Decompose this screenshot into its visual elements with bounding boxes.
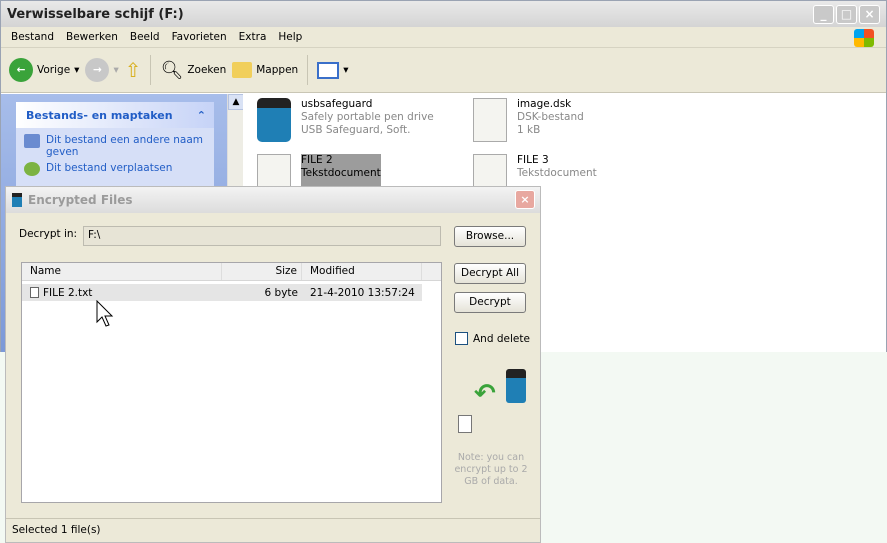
file-desc: 1 kB bbox=[517, 124, 541, 136]
encrypted-file-list[interactable]: Name Size Modified FILE 2.txt 6 byte 21-… bbox=[21, 262, 442, 503]
file-desc: Tekstdocument bbox=[517, 167, 597, 179]
usb-drive-icon bbox=[257, 98, 291, 142]
dialog-close-button[interactable]: × bbox=[515, 190, 535, 209]
menu-bewerken[interactable]: Bewerken bbox=[60, 31, 124, 43]
task-panel-title: Bestands- en maptaken bbox=[26, 108, 173, 122]
file-name: image.dsk bbox=[517, 98, 572, 110]
views-button[interactable]: ▾ bbox=[317, 61, 348, 79]
decrypt-in-label: Decrypt in: bbox=[19, 228, 78, 240]
file-desc: DSK-bestand bbox=[517, 111, 584, 123]
search-label: Zoeken bbox=[187, 64, 227, 76]
search-button[interactable]: 🔍︎ Zoeken bbox=[160, 60, 226, 81]
dsk-file-icon bbox=[473, 98, 507, 142]
close-button[interactable]: × bbox=[859, 5, 880, 24]
window-title: Verwisselbare schijf (F:) bbox=[7, 6, 184, 22]
checkbox-box[interactable] bbox=[455, 332, 468, 345]
dialog-title: Encrypted Files bbox=[28, 193, 133, 207]
up-folder-button[interactable]: ⇧ bbox=[125, 58, 142, 82]
table-row[interactable]: FILE 2.txt 6 byte 21-4-2010 13:57:24 bbox=[22, 284, 422, 301]
file-usbsafeguard[interactable]: usbsafeguard Safely portable pen drive USB… bbox=[257, 98, 434, 142]
file-desc: USB Safeguard, Soft. bbox=[301, 124, 411, 136]
column-size[interactable]: Size bbox=[222, 263, 302, 280]
menu-bestand[interactable]: Bestand bbox=[5, 31, 60, 43]
row-name: FILE 2.txt bbox=[43, 286, 93, 299]
browse-button[interactable]: Browse... bbox=[454, 226, 526, 247]
file-name: usbsafeguard bbox=[301, 98, 373, 110]
file-image-dsk[interactable]: image.dsk DSK-bestand 1 kB bbox=[473, 98, 584, 142]
minimize-button[interactable]: _ bbox=[813, 5, 834, 24]
task-panel-header[interactable]: Bestands- en maptaken ⌃ bbox=[16, 102, 214, 128]
menu-bar: Bestand Bewerken Beeld Favorieten Extra … bbox=[1, 27, 886, 48]
text-file-icon bbox=[30, 287, 39, 298]
usb-lock-icon bbox=[12, 193, 22, 207]
usb-drive-icon bbox=[506, 369, 526, 403]
column-modified[interactable]: Modified bbox=[302, 263, 422, 280]
row-modified: 21-4-2010 13:57:24 bbox=[310, 286, 415, 299]
file-name: FILE 3 bbox=[517, 154, 549, 166]
file-desc: Safely portable pen drive bbox=[301, 111, 434, 123]
document-icon bbox=[458, 415, 472, 433]
list-header: Name Size Modified bbox=[22, 263, 441, 281]
folders-label: Mappen bbox=[256, 64, 299, 76]
decrypt-button[interactable]: Decrypt bbox=[454, 292, 526, 313]
forward-button[interactable]: → ▾ bbox=[85, 58, 119, 82]
forward-arrow-icon: → bbox=[85, 58, 110, 82]
file-desc: Tekstdocument bbox=[301, 167, 381, 179]
status-bar: Selected 1 file(s) bbox=[6, 518, 540, 542]
search-icon: 🔍︎ bbox=[160, 59, 184, 81]
column-name[interactable]: Name bbox=[22, 263, 222, 280]
note-text: Note: you can encrypt up to 2 GB of data… bbox=[454, 452, 528, 487]
and-delete-label: And delete bbox=[473, 332, 530, 345]
back-arrow-icon: ← bbox=[9, 58, 33, 82]
task-rename[interactable]: Dit bestand een andere naam geven bbox=[24, 134, 206, 158]
explorer-titlebar: Verwisselbare schijf (F:) bbox=[1, 1, 886, 27]
up-folder-icon: ⇧ bbox=[124, 58, 142, 82]
mouse-cursor-icon bbox=[96, 300, 114, 327]
and-delete-checkbox[interactable]: And delete bbox=[455, 332, 530, 345]
back-button[interactable]: ← Vorige ▾ bbox=[9, 58, 79, 82]
back-label: Vorige bbox=[37, 64, 71, 76]
decrypt-in-field[interactable]: F:\ bbox=[83, 226, 441, 246]
encrypted-files-dialog: Encrypted Files × Decrypt in: F:\ Browse… bbox=[5, 186, 541, 543]
folder-icon bbox=[232, 62, 253, 78]
windows-logo-icon bbox=[854, 29, 874, 47]
file-name: FILE 2 bbox=[301, 154, 333, 166]
move-icon bbox=[24, 162, 40, 176]
menu-favorieten[interactable]: Favorieten bbox=[166, 31, 233, 43]
task-move[interactable]: Dit bestand verplaatsen bbox=[24, 162, 206, 176]
task-label: Dit bestand verplaatsen bbox=[46, 162, 173, 174]
row-size: 6 byte bbox=[264, 286, 298, 299]
menu-beeld[interactable]: Beeld bbox=[124, 31, 166, 43]
folders-button[interactable]: Mappen bbox=[232, 62, 298, 78]
views-icon bbox=[317, 61, 340, 79]
green-arrow-icon: ↶ bbox=[474, 379, 496, 409]
maximize-button[interactable]: □ bbox=[836, 5, 857, 24]
scroll-up-icon[interactable]: ▲ bbox=[228, 94, 244, 110]
decrypt-all-button[interactable]: Decrypt All bbox=[454, 263, 526, 284]
toolbar: ← Vorige ▾ → ▾ ⇧ 🔍︎ Zoeken Mappen ▾ bbox=[1, 48, 886, 93]
menu-help[interactable]: Help bbox=[272, 31, 308, 43]
rename-icon bbox=[24, 134, 40, 148]
dialog-titlebar: Encrypted Files bbox=[6, 187, 540, 213]
collapse-icon[interactable]: ⌃ bbox=[197, 109, 206, 122]
menu-extra[interactable]: Extra bbox=[233, 31, 273, 43]
task-label: Dit bestand een andere naam geven bbox=[46, 134, 204, 158]
